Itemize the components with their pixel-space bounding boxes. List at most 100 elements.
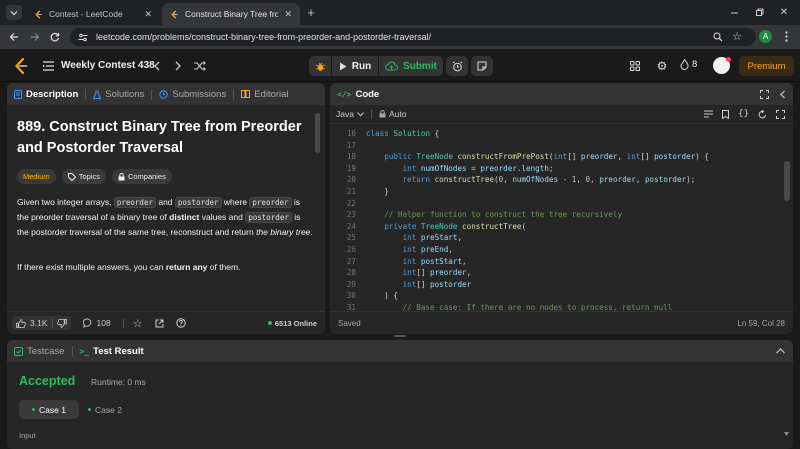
streak-counter[interactable]: 8 xyxy=(680,59,697,70)
result-status: Accepted xyxy=(19,374,76,388)
code-panel-header: </> Code xyxy=(330,83,793,105)
favorite-star-icon[interactable]: ☆ xyxy=(133,317,143,330)
url-text: leetcode.com/problems/construct-binary-t… xyxy=(96,32,432,42)
leetcode-header: Weekly Contest 438 Run Submit ⚙ 8 Premiu… xyxy=(0,50,800,82)
timer-button[interactable] xyxy=(446,56,468,76)
fullscreen-icon[interactable] xyxy=(776,109,785,119)
braces-icon[interactable]: {} xyxy=(738,109,749,119)
comments-button[interactable]: 108 xyxy=(82,318,111,328)
book-icon xyxy=(241,90,251,98)
address-bar[interactable]: leetcode.com/problems/construct-binary-t… xyxy=(70,28,756,46)
checkbox-icon xyxy=(14,346,23,356)
problem-list-icon[interactable] xyxy=(42,60,54,72)
result-panel: Testcase >_ Test Result Accepted Runtime:… xyxy=(7,340,793,449)
topics-button[interactable]: Topics xyxy=(61,169,106,184)
companies-button[interactable]: Companies xyxy=(111,169,172,184)
online-dot xyxy=(267,321,272,325)
leetcode-favicon-icon xyxy=(34,9,43,19)
note-icon xyxy=(477,61,487,71)
code-line: 30 ) { xyxy=(346,291,399,301)
lock-icon xyxy=(379,110,386,118)
case-1-button[interactable]: Case 1 xyxy=(19,400,79,419)
new-tab-icon[interactable]: + xyxy=(304,5,318,20)
code-line: 23 // Helper function to construct the t… xyxy=(346,210,623,220)
bug-icon xyxy=(315,61,326,72)
expand-icon[interactable] xyxy=(760,89,769,99)
case-2-button[interactable]: Case 2 xyxy=(85,400,125,419)
browser-tab-problem[interactable]: Construct Binary Tree from Pre... ✕ xyxy=(162,3,300,25)
auto-mode-toggle[interactable]: Auto xyxy=(379,109,406,119)
thumbs-down-icon[interactable] xyxy=(56,318,67,328)
share-icon[interactable] xyxy=(155,319,164,328)
premium-button[interactable]: Premium xyxy=(739,56,794,76)
profile-avatar[interactable]: A xyxy=(759,30,772,43)
site-info-icon[interactable] xyxy=(78,33,88,42)
close-tab-icon[interactable]: ✕ xyxy=(144,9,152,20)
forward-icon[interactable] xyxy=(28,30,42,44)
next-problem-icon[interactable] xyxy=(172,59,184,72)
language-select[interactable]: Java xyxy=(336,109,364,119)
tab-search-icon[interactable] xyxy=(6,5,22,20)
tab-description[interactable]: Description xyxy=(7,83,85,105)
close-tab-icon[interactable]: ✕ xyxy=(284,9,292,20)
tab-code[interactable]: </> Code xyxy=(330,83,386,105)
collapse-panel-icon[interactable] xyxy=(779,90,786,99)
result-scroll-down-icon[interactable] xyxy=(784,432,789,438)
code-line: 28 int[] preorder, xyxy=(346,268,472,278)
back-icon[interactable] xyxy=(7,30,21,44)
prev-problem-icon[interactable] xyxy=(150,59,162,72)
code-line: 26 int preEnd, xyxy=(346,244,453,254)
flame-icon xyxy=(680,59,689,70)
format-lines-icon[interactable] xyxy=(704,110,714,118)
settings-gear-icon[interactable]: ⚙ xyxy=(655,59,669,73)
case-pass-dot xyxy=(32,408,36,411)
description-scrollbar[interactable] xyxy=(315,113,320,153)
bookmark-star-icon[interactable]: ☆ xyxy=(731,30,743,43)
layout-grid-icon[interactable] xyxy=(629,60,641,72)
tab-submissions[interactable]: Submissions xyxy=(152,83,233,105)
leetcode-favicon-icon xyxy=(170,9,179,19)
document-icon xyxy=(14,89,22,99)
comment-icon xyxy=(82,318,93,328)
like-button[interactable]: 3.1K xyxy=(12,316,71,330)
code-line: 27 int postStart, xyxy=(346,256,467,266)
play-icon xyxy=(339,62,347,71)
zoom-icon[interactable] xyxy=(712,31,724,43)
notes-button[interactable] xyxy=(471,56,493,76)
tab-test-result[interactable]: >_ Test Result xyxy=(73,340,151,362)
close-window-icon[interactable]: ✕ xyxy=(778,6,790,18)
editor-toolbar: Java Auto {} xyxy=(330,105,793,124)
history-icon xyxy=(159,89,169,99)
help-icon[interactable] xyxy=(175,318,186,328)
tab-solutions[interactable]: Solutions xyxy=(86,83,151,105)
description-footer: 3.1K 108 ☆ 6513 Online xyxy=(7,311,325,334)
contest-title[interactable]: Weekly Contest 438 xyxy=(61,60,155,71)
submit-button[interactable]: Submit xyxy=(379,56,443,76)
restore-icon[interactable] xyxy=(753,6,765,18)
code-line: 20 return constructTree(0, numOfNodes - … xyxy=(346,175,696,185)
run-button[interactable]: Run xyxy=(332,56,378,76)
browser-tab-contest[interactable]: Contest - LeetCode ✕ xyxy=(26,3,160,25)
code-scrollbar[interactable] xyxy=(784,161,790,201)
reload-icon[interactable] xyxy=(48,30,62,44)
result-tabs: Testcase >_ Test Result xyxy=(7,340,793,362)
user-avatar[interactable] xyxy=(713,57,731,74)
tab-editorial[interactable]: Editorial xyxy=(234,83,295,105)
shuffle-icon[interactable] xyxy=(193,59,207,72)
debug-button[interactable] xyxy=(309,56,331,76)
notification-dot xyxy=(726,57,731,62)
flask-icon xyxy=(93,90,102,99)
difficulty-badge[interactable]: Medium xyxy=(17,169,56,184)
bookmark-icon[interactable] xyxy=(722,109,730,119)
collapse-results-icon[interactable] xyxy=(776,348,785,354)
resize-handle[interactable] xyxy=(394,335,406,337)
browser-menu-icon[interactable] xyxy=(781,30,791,43)
leetcode-logo[interactable] xyxy=(13,58,29,74)
minimize-icon[interactable] xyxy=(728,6,740,18)
browser-tab-strip: Contest - LeetCode ✕ Construct Binary Tr… xyxy=(0,0,800,25)
tab-testcase[interactable]: Testcase xyxy=(7,340,72,362)
reset-icon[interactable] xyxy=(758,109,767,119)
code-line: 17 xyxy=(346,140,356,150)
code-line: 31 // Base case: If there are no nodes t… xyxy=(346,302,673,311)
code-editor[interactable]: 16 class Solution { 17 18 public TreeNode… xyxy=(330,128,782,311)
